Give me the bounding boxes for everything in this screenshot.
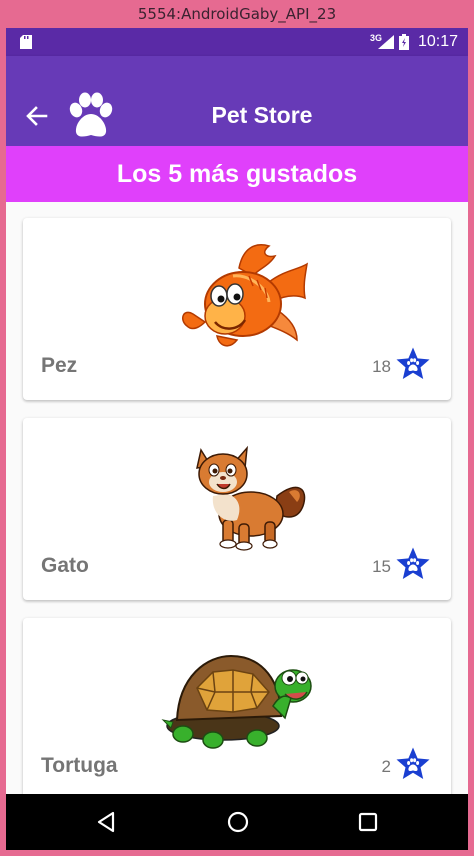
emulator-title: 5554:AndroidGaby_API_23 <box>137 5 337 23</box>
pet-name: Gato <box>41 554 89 577</box>
nav-back-icon[interactable] <box>94 810 118 834</box>
fish-image <box>182 244 309 347</box>
pet-name: Tortuga <box>41 754 118 777</box>
cat-image <box>196 445 306 551</box>
status-bar: 3G 10:17 <box>6 28 468 56</box>
pet-card[interactable]: Gato 15 <box>23 418 451 600</box>
star-paw-icon[interactable] <box>395 546 431 582</box>
navigation-bar <box>6 794 468 850</box>
clock: 10:17 <box>418 33 459 50</box>
top-pets-banner: Los 5 más gustados <box>6 146 468 202</box>
star-paw-icon[interactable] <box>395 746 431 782</box>
app-title: Pet Store <box>211 102 313 128</box>
nav-recents-icon[interactable] <box>356 810 380 834</box>
signal-icon <box>378 35 394 49</box>
star-paw-icon[interactable] <box>395 346 431 382</box>
app-bar: Pet Store <box>6 56 468 146</box>
like-count: 2 <box>381 757 391 776</box>
like-count: 15 <box>372 557 391 576</box>
turtle-image <box>161 654 312 749</box>
sd-card-icon <box>20 35 32 49</box>
phone-screen: 3G 10:17 Pet Store Los 5 más gustados Pe… <box>6 28 468 850</box>
nav-home-icon[interactable] <box>226 810 250 834</box>
like-count: 18 <box>372 357 391 376</box>
pet-name: Pez <box>41 354 78 377</box>
battery-icon <box>399 34 409 50</box>
pet-card[interactable]: Tortuga 2 <box>23 618 451 800</box>
pet-card[interactable]: Pez 18 <box>23 218 451 400</box>
